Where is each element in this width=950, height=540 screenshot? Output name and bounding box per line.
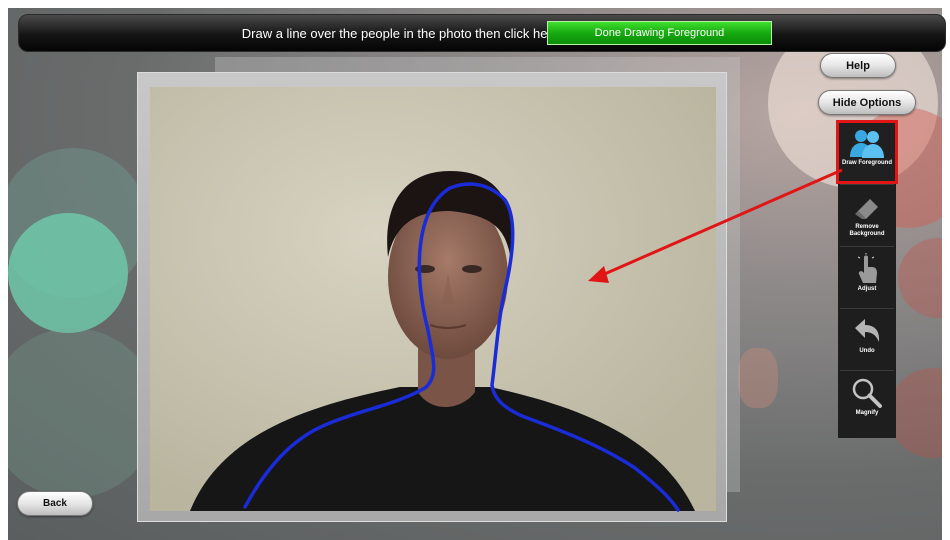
undo-arrow-icon — [847, 314, 887, 348]
divider — [840, 308, 894, 309]
back-button[interactable]: Back — [17, 491, 93, 516]
help-button[interactable]: Help — [820, 53, 896, 78]
photo-frame — [137, 72, 727, 522]
remove-background-tool[interactable]: Remove Background — [838, 186, 896, 246]
bokeh-light — [888, 368, 942, 458]
undo-tool[interactable]: Undo — [838, 310, 896, 370]
adjust-tool[interactable]: Adjust — [838, 248, 896, 308]
hide-options-button[interactable]: Hide Options — [818, 90, 916, 115]
divider — [840, 370, 894, 371]
tool-panel: Draw Foreground Remove Background Adjust — [836, 120, 898, 438]
tool-label: Magnify — [855, 410, 879, 416]
people-icon — [847, 126, 887, 160]
tap-hand-icon — [847, 252, 887, 286]
bokeh-light — [8, 148, 148, 298]
instruction-bar: Draw a line over the people in the photo… — [18, 14, 946, 52]
bokeh-light — [738, 348, 778, 408]
divider — [840, 184, 894, 185]
photo-image — [150, 87, 716, 511]
tool-label: Adjust — [857, 286, 877, 292]
instruction-text: Draw a line over the people in the photo… — [241, 25, 559, 41]
done-drawing-foreground-button[interactable]: Done Drawing Foreground — [547, 21, 772, 45]
tool-label: Remove Background — [849, 224, 885, 237]
bokeh-light — [898, 238, 942, 318]
magnify-tool[interactable]: Magnify — [838, 372, 896, 432]
tool-label: Draw Foreground — [841, 160, 892, 166]
tool-label: Undo — [859, 348, 875, 354]
bokeh-light — [8, 213, 128, 333]
divider — [840, 246, 894, 247]
eraser-icon — [847, 190, 887, 224]
draw-foreground-tool[interactable]: Draw Foreground — [836, 120, 898, 184]
magnifier-icon — [847, 376, 887, 410]
bokeh-light — [8, 328, 158, 498]
photo-canvas[interactable] — [150, 87, 716, 511]
